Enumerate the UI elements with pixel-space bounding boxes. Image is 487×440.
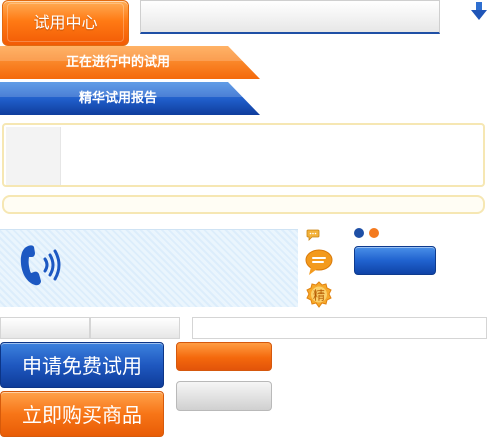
chat-small-icon bbox=[306, 229, 320, 241]
gray-small-button[interactable] bbox=[176, 381, 272, 411]
tab-reports-label: 精华试用报告 bbox=[78, 91, 157, 106]
carousel-dot[interactable] bbox=[369, 228, 379, 238]
trial-center-tab[interactable]: 试用中心 bbox=[2, 0, 129, 46]
gray-tab-2[interactable] bbox=[90, 317, 180, 339]
tab-ongoing-trials[interactable]: 正在进行中的试用 bbox=[0, 46, 260, 79]
phone-icon bbox=[20, 245, 61, 286]
orange-small-button[interactable] bbox=[176, 342, 272, 371]
trial-center-label: 试用中心 bbox=[33, 13, 98, 32]
apply-label: 申请免费试用 bbox=[22, 354, 142, 378]
tab-ongoing-label: 正在进行中的试用 bbox=[65, 55, 170, 70]
gray-tab-1[interactable] bbox=[0, 317, 90, 339]
buy-label: 立即购买商品 bbox=[22, 403, 142, 427]
blue-action-button[interactable] bbox=[354, 246, 436, 275]
gray-field bbox=[192, 317, 487, 339]
info-panel bbox=[2, 123, 485, 187]
down-arrow-icon[interactable] bbox=[470, 1, 487, 21]
tab-trial-reports[interactable]: 精华试用报告 bbox=[0, 82, 260, 115]
apply-free-trial-button[interactable]: 申请免费试用 bbox=[0, 342, 164, 388]
buy-now-button[interactable]: 立即购买商品 bbox=[0, 391, 164, 437]
chat-bubble-icon bbox=[305, 249, 333, 275]
carousel-dot-active[interactable] bbox=[354, 228, 364, 238]
notice-bar bbox=[2, 195, 485, 214]
top-header-bar bbox=[140, 0, 440, 34]
svg-text:精: 精 bbox=[313, 289, 325, 303]
jing-badge-icon: 精 bbox=[306, 281, 332, 308]
panel-thumbnail bbox=[6, 127, 61, 185]
